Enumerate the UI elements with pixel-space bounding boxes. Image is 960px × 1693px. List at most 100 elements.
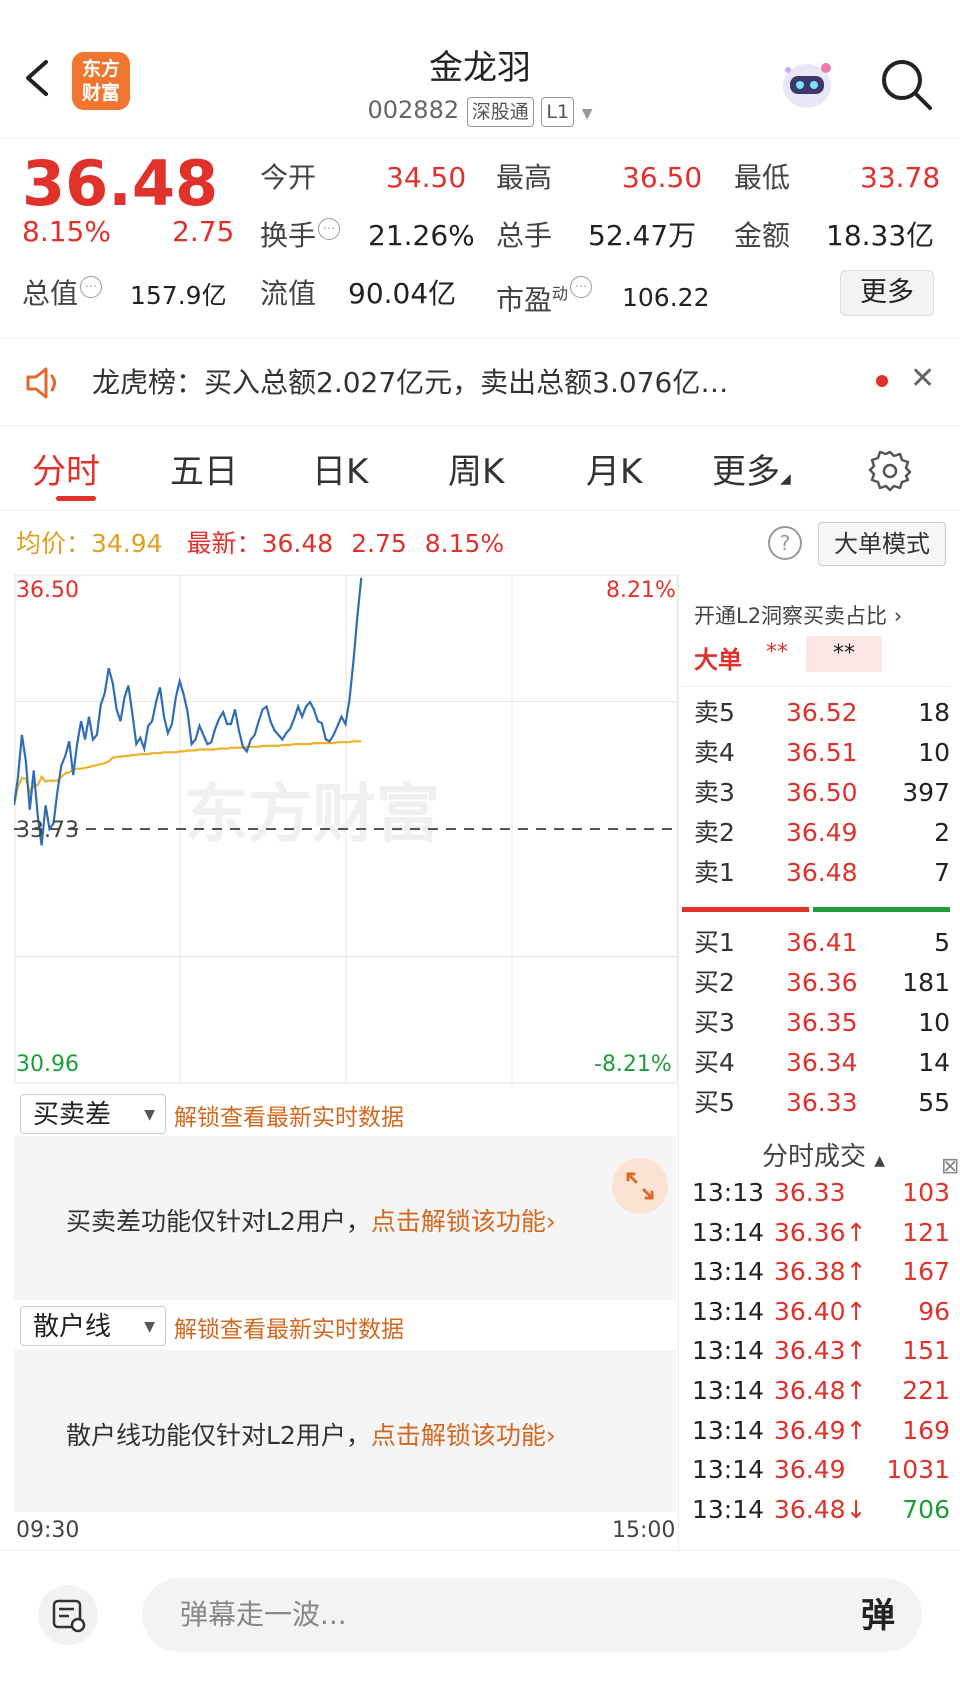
watermark: 东方财富 (184, 778, 440, 852)
unlock-hint-1[interactable]: 解锁查看最新实时数据 (174, 1098, 404, 1132)
bid-level-volume: 181 (902, 968, 950, 997)
search-icon[interactable] (878, 56, 934, 112)
ask-level-row: 卖4 36.51 10 (694, 736, 950, 770)
ask-level-row: 卖2 36.49 2 (694, 816, 950, 850)
logo-text-1: 东方 (81, 58, 120, 80)
trade-volume: 151 (902, 1336, 950, 1366)
expand-icon[interactable] (612, 1158, 668, 1214)
latest-change: 2.75 (351, 529, 407, 558)
mktcap-value: 157.9亿 (130, 281, 227, 310)
ask-level-volume: 2 (934, 818, 950, 847)
avg-label: 均价： (16, 529, 92, 558)
float-label: 流值 (260, 277, 317, 310)
trade-time: 13:14 (692, 1217, 765, 1247)
notice-bar[interactable]: 龙虎榜：买入总额2.027亿元，卖出总额3.076亿… ✕ (0, 338, 960, 426)
locked-panel-1: 买卖差功能仅针对L2用户，点击解锁该功能› (14, 1136, 676, 1300)
assistant-robot-icon[interactable] (776, 56, 838, 112)
trade-row: 13:14 36.48↑ 221 (692, 1374, 950, 1408)
chart-tabs: 分时 五日 日K 周K 月K 更多◢ (0, 430, 960, 511)
connect-tag: 深股通 (466, 97, 534, 127)
intraday-chart[interactable]: 东方财富 36.50 33.73 30.96 8.21% -8.21% (12, 574, 678, 1084)
trade-price: 36.36↑ (774, 1217, 867, 1247)
turnover-label: 换手 ⋯ (260, 218, 341, 254)
pe-label: 市盈动 ⋯ (496, 276, 593, 318)
float-value: 90.04亿 (348, 277, 457, 310)
comment-list-icon[interactable] (38, 1585, 98, 1645)
trade-time: 13:14 (692, 1494, 765, 1524)
y-bottom-label: 30.96 (16, 1052, 79, 1077)
tab-more[interactable]: 更多◢ (712, 444, 791, 493)
amount-value: 18.33亿 (826, 219, 935, 252)
change-amount: 2.75 (172, 215, 235, 248)
indicator-select-1[interactable]: 买卖差 ▼ (20, 1094, 166, 1134)
trade-time: 13:14 (692, 1296, 765, 1326)
big-order-mode-button[interactable]: 大单模式 (818, 522, 946, 566)
trade-price: 36.33 (774, 1178, 846, 1207)
trade-row: 13:14 36.38↑ 167 (692, 1255, 950, 1289)
latest-change-pct: 8.15% (424, 529, 505, 558)
trade-price: 36.48↓ (774, 1494, 867, 1524)
info-icon[interactable]: ⋯ (570, 276, 593, 298)
unlock-link-2[interactable]: 点击解锁该功能 (371, 1421, 546, 1450)
bid-level-volume: 55 (918, 1088, 950, 1117)
help-icon[interactable]: ? (768, 526, 802, 560)
l2-promo-link[interactable]: 开通L2洞察买卖占比 › (694, 600, 902, 630)
trade-row: 13:13 36.33 103 (692, 1176, 950, 1210)
bid-level-row: 买3 36.35 10 (694, 1006, 950, 1040)
bid-level-row: 买2 36.36 181 (694, 966, 950, 1000)
danmu-input[interactable]: 弹幕走一波... (142, 1578, 922, 1652)
tab-five-day[interactable]: 五日 (170, 444, 238, 493)
level-tag: L1 (541, 97, 575, 127)
ask-level-row: 卖3 36.50 397 (694, 776, 950, 810)
intraday-chart-svg: 东方财富 (12, 574, 678, 1084)
open-value: 34.50 (386, 161, 467, 194)
locked-panel-text-1: 买卖差功能仅针对L2用户，点击解锁该功能› (66, 1207, 556, 1236)
notice-text: 龙虎榜：买入总额2.027亿元，卖出总额3.076亿… (92, 366, 729, 399)
volume-label: 总手 (496, 219, 553, 252)
indicator-select-2[interactable]: 散户线 ▼ (20, 1306, 166, 1346)
tab-weekly-k[interactable]: 周K (448, 444, 504, 493)
low-label: 最低 (734, 161, 791, 194)
latest-label: 最新： (186, 529, 262, 558)
trade-volume: 167 (902, 1257, 950, 1287)
trade-volume: 1031 (886, 1455, 950, 1485)
tab-monthly-k[interactable]: 月K (586, 444, 642, 493)
y-mid-label: 33.73 (16, 818, 79, 843)
x-axis-start-label: 09:30 (16, 1518, 80, 1543)
dropdown-arrow-icon[interactable]: ▼ (582, 106, 593, 122)
bid-level-price: 36.41 (786, 928, 858, 957)
trades-title[interactable]: 分时成交 ▲ (762, 1136, 885, 1173)
more-quote-button[interactable]: 更多 (840, 270, 934, 316)
danmu-toggle-button[interactable]: 弹 (840, 1588, 916, 1644)
info-icon[interactable]: ⋯ (318, 218, 341, 240)
ask-level-label: 卖4 (694, 738, 735, 767)
current-price: 36.48 (22, 147, 219, 220)
big-order-label: 大单 (694, 646, 742, 674)
tab-daily-k[interactable]: 日K (312, 444, 368, 493)
ask-level-price: 36.49 (786, 818, 858, 847)
big-order-value-2: ** (806, 636, 882, 672)
close-icon[interactable]: ✕ (910, 361, 935, 396)
latest-value: 36.48 (261, 529, 334, 558)
sell-ratio-fill (812, 907, 950, 912)
unlock-link-1[interactable]: 点击解锁该功能 (371, 1207, 546, 1236)
trade-row: 13:14 36.43↑ 151 (692, 1334, 950, 1368)
trade-time: 13:14 (692, 1415, 765, 1445)
select-arrow-icon: ▼ (144, 1107, 155, 1123)
ask-level-price: 36.50 (786, 778, 858, 807)
ask-level-volume: 18 (918, 698, 950, 727)
settings-gear-icon[interactable] (868, 448, 912, 492)
bid-level-volume: 5 (934, 928, 950, 957)
trade-row: 13:14 36.36↑ 121 (692, 1216, 950, 1250)
trade-volume: 103 (902, 1178, 950, 1207)
logo-text-2: 财富 (81, 82, 120, 104)
trade-row: 13:14 36.49 1031 (692, 1453, 950, 1487)
tab-intraday[interactable]: 分时 (32, 444, 100, 493)
info-icon[interactable]: ⋯ (80, 276, 103, 298)
back-icon[interactable] (22, 58, 52, 98)
trade-time: 13:14 (692, 1336, 765, 1366)
ask-level-volume: 397 (902, 778, 950, 807)
buy-sell-ratio-bar (682, 907, 950, 912)
unlock-hint-2[interactable]: 解锁查看最新实时数据 (174, 1310, 404, 1344)
mktcap-label: 总值 ⋯ (22, 276, 103, 312)
